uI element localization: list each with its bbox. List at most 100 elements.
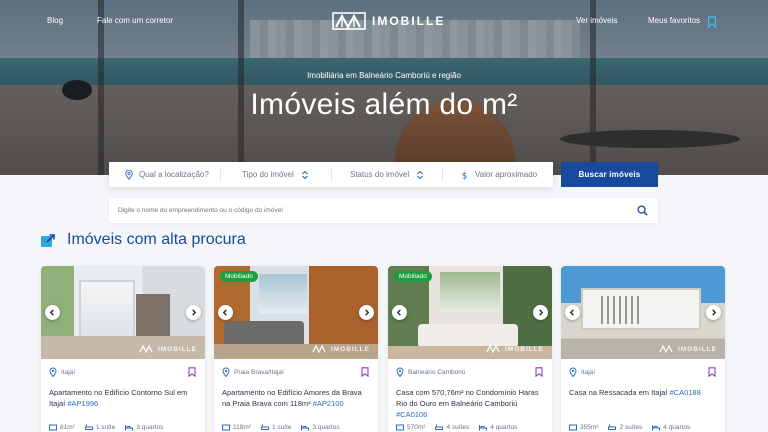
- property-features: 118m² 1 suíte 3 quartos: [222, 424, 340, 431]
- type-select[interactable]: Tipo do imóvel: [220, 162, 331, 187]
- feature-suites: 1 suíte: [84, 424, 115, 431]
- location-field[interactable]: Qual a localização?: [109, 162, 220, 187]
- status-select[interactable]: Status do imóvel: [331, 162, 442, 187]
- feature-area: 355m²: [569, 424, 598, 431]
- dollar-icon: $: [462, 170, 468, 180]
- location-pin-icon: [49, 367, 57, 377]
- feature-suites: 1 suíte: [260, 424, 291, 431]
- suites-text: 4 suítes: [446, 424, 470, 431]
- logo[interactable]: IMOBILLE: [332, 12, 445, 30]
- area-text: 118m²: [233, 424, 251, 431]
- location-text: Praia Brava/Itajaí: [234, 368, 284, 376]
- feature-rooms: 3 quartos: [301, 424, 340, 431]
- feature-rooms: 4 quartos: [652, 424, 690, 431]
- area-text: 570m²: [407, 424, 426, 431]
- property-photo[interactable]: Mobiliado IMOBILLE: [388, 266, 552, 359]
- photo-watermark: IMOBILLE: [486, 345, 544, 353]
- property-code: #CA0106: [396, 410, 428, 419]
- location-pin-icon: [222, 367, 230, 377]
- rooms-text: 4 quartos: [663, 424, 691, 431]
- search-button[interactable]: Buscar imóveis: [561, 162, 658, 187]
- bookmark-icon[interactable]: [707, 16, 717, 28]
- code-search-box: [109, 198, 658, 223]
- hero-subtitle: Imobiliária em Balneário Camboriú e regi…: [307, 71, 461, 80]
- logo-mark-icon: [312, 345, 326, 353]
- photo-watermark: IMOBILLE: [659, 345, 717, 353]
- rooms-text: 4 quartos: [490, 424, 518, 431]
- next-photo-button[interactable]: [186, 305, 201, 320]
- property-features: 355m² 2 suítes 4 quartos: [569, 424, 690, 431]
- prev-photo-button[interactable]: [565, 305, 580, 320]
- location-pin-icon: [396, 367, 404, 377]
- chevron-left-icon: [49, 309, 54, 316]
- bookmark-icon[interactable]: [361, 367, 369, 377]
- status-select-label: Status do imóvel: [350, 170, 410, 179]
- feature-rooms: 4 quartos: [479, 424, 517, 431]
- hero-banner: Blog Fale com um corretor IMOBILLE Ver i…: [0, 0, 768, 175]
- property-features: 81m² 1 suíte 3 quartos: [49, 424, 163, 431]
- logo-text: IMOBILLE: [372, 14, 446, 28]
- bookmark-icon[interactable]: [535, 367, 543, 377]
- feature-area: 81m²: [49, 424, 75, 431]
- area-text: 355m²: [580, 424, 599, 431]
- feature-area: 118m²: [222, 424, 251, 431]
- chevron-left-icon: [396, 309, 401, 316]
- rooms-text: 3 quartos: [312, 424, 340, 431]
- watermark-text: IMOBILLE: [330, 345, 370, 353]
- watermark-text: IMOBILLE: [157, 345, 197, 353]
- type-select-label: Tipo do imóvel: [242, 170, 294, 179]
- property-title[interactable]: Apartamento no Edifício Contorno Sul em …: [49, 387, 199, 409]
- ruler-icon: [396, 424, 404, 431]
- prev-photo-button[interactable]: [218, 305, 233, 320]
- property-location: Balneário Camboriú: [396, 367, 465, 377]
- chevron-right-icon: [712, 309, 717, 316]
- photo-watermark: IMOBILLE: [312, 345, 370, 353]
- prev-photo-button[interactable]: [45, 305, 60, 320]
- property-title[interactable]: Casa com 570,76m² no Condomínio Haras Ri…: [396, 387, 546, 420]
- nav-blog-link[interactable]: Blog: [47, 16, 63, 25]
- prev-photo-button[interactable]: [392, 305, 407, 320]
- property-code: #CA0188: [669, 388, 701, 397]
- ruler-icon: [49, 424, 57, 431]
- bed-icon: [301, 425, 310, 431]
- property-card[interactable]: IMOBILLE Itajaí Apartamento no Edifício …: [41, 266, 205, 432]
- price-placeholder: Valor aproximado: [475, 170, 538, 179]
- rooms-text: 3 quartos: [136, 424, 164, 431]
- location-text: Balneário Camboriú: [408, 368, 466, 376]
- chevron-left-icon: [569, 309, 574, 316]
- chevron-right-icon: [539, 309, 544, 316]
- next-photo-button[interactable]: [533, 305, 548, 320]
- property-card[interactable]: Mobiliado IMOBILLE Balneário Camboriú Ca…: [388, 266, 552, 432]
- location-pin-icon: [569, 367, 577, 377]
- property-title[interactable]: Apartamento no Edifício Amores da Brava …: [222, 387, 372, 409]
- property-location: Itajaí: [569, 367, 595, 377]
- property-photo[interactable]: Mobiliado IMOBILLE: [214, 266, 378, 359]
- search-bar: Qual a localização? Tipo do imóvel Statu…: [109, 162, 553, 187]
- title-text: Casa na Ressacada em Itajaí: [569, 388, 668, 397]
- next-photo-button[interactable]: [359, 305, 374, 320]
- section-title: Imóveis com alta procura: [67, 231, 246, 248]
- property-photo[interactable]: IMOBILLE: [561, 266, 725, 359]
- bookmark-icon[interactable]: [188, 367, 196, 377]
- bookmark-icon[interactable]: [708, 367, 716, 377]
- nav-broker-link[interactable]: Fale com um corretor: [97, 16, 173, 25]
- property-title[interactable]: Casa na Ressacada em Itajaí #CA0188: [569, 387, 719, 398]
- hero-title: Imóveis além do m²: [250, 88, 518, 121]
- bathtub-icon: [435, 424, 444, 430]
- code-search-input[interactable]: [118, 207, 618, 214]
- property-photo[interactable]: IMOBILLE: [41, 266, 205, 359]
- logo-mark-icon: [332, 12, 366, 30]
- price-field[interactable]: $ Valor aproximado: [442, 162, 553, 187]
- nav-favorites-link[interactable]: Meus favoritos: [648, 16, 700, 25]
- property-code: #AP2100: [312, 399, 344, 408]
- search-icon[interactable]: [637, 205, 648, 216]
- property-card[interactable]: Mobiliado IMOBILLE Praia Brava/Itajaí Ap…: [214, 266, 378, 432]
- status-badge: Mobiliado: [394, 271, 432, 282]
- next-photo-button[interactable]: [706, 305, 721, 320]
- location-text: Itajaí: [581, 368, 596, 376]
- trending-arrow-icon: [41, 234, 55, 247]
- nav-properties-link[interactable]: Ver imóveis: [576, 16, 617, 25]
- photo-watermark: IMOBILLE: [139, 345, 197, 353]
- chevron-updown-icon: [301, 170, 308, 179]
- property-card[interactable]: IMOBILLE Itajaí Casa na Ressacada em Ita…: [561, 266, 725, 432]
